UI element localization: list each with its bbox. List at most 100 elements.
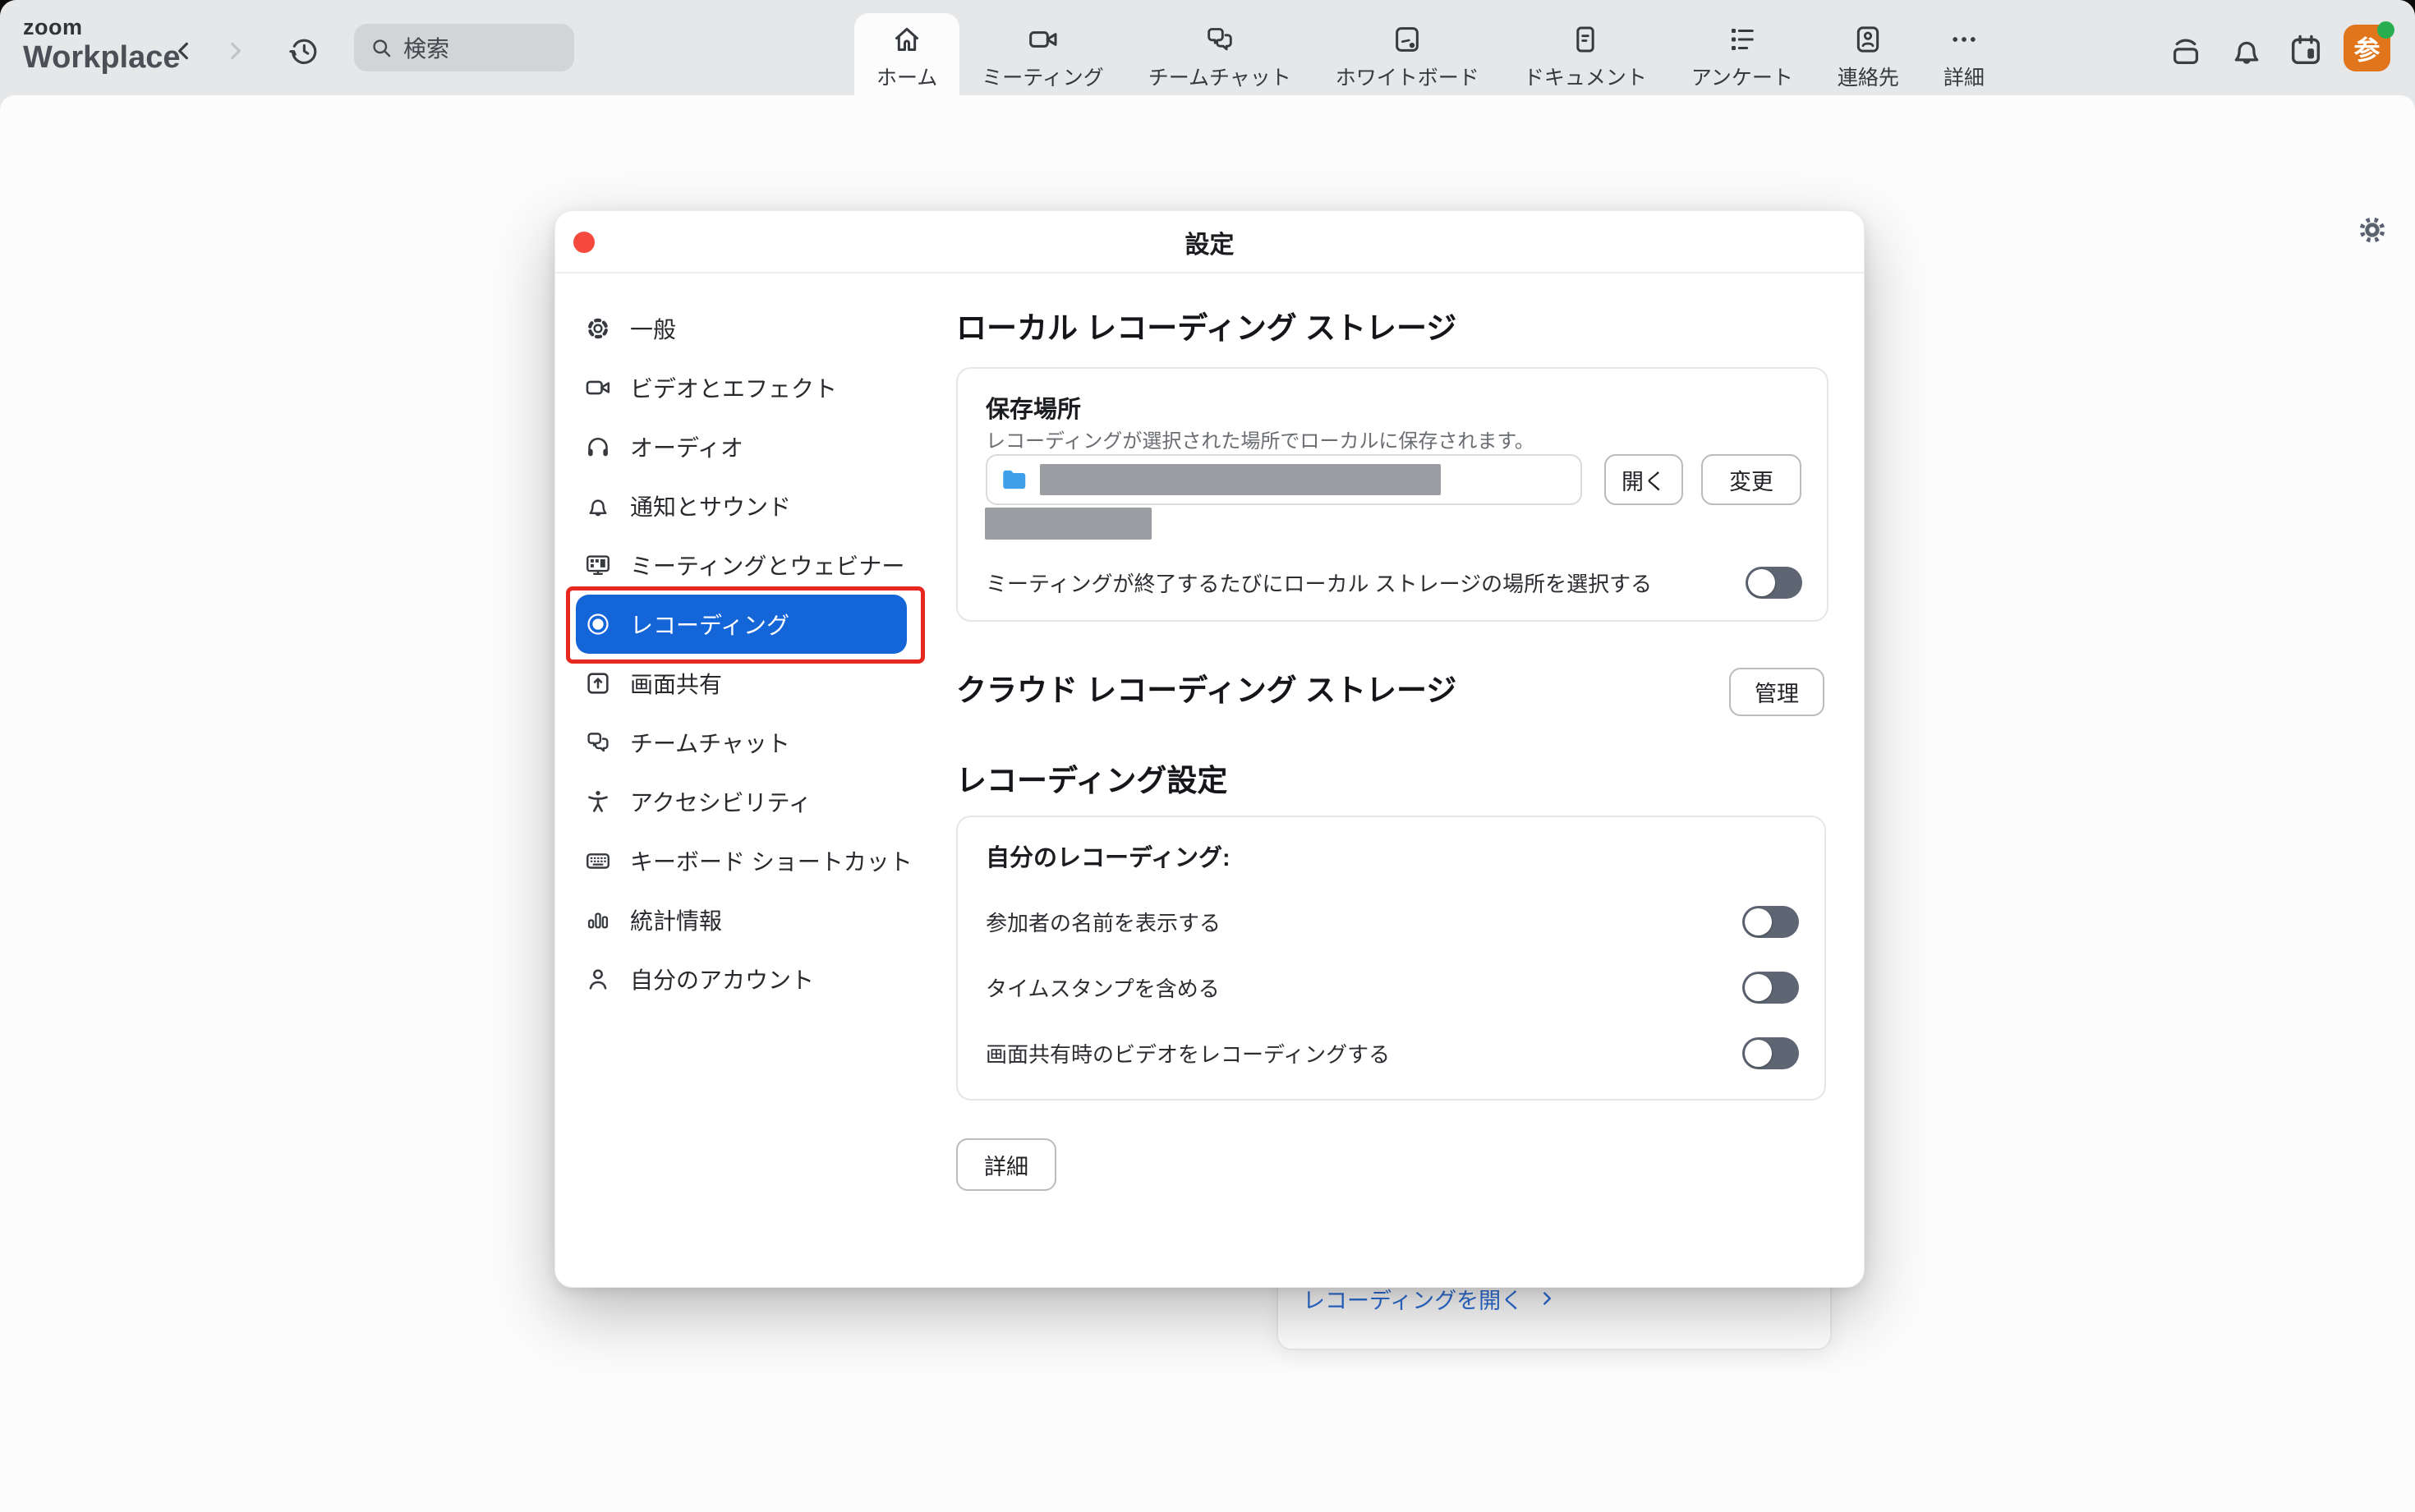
show-participant-names-label: 参加者の名前を表示する xyxy=(986,907,1221,937)
history-icon xyxy=(286,33,322,69)
save-location-path-field[interactable] xyxy=(986,454,1582,505)
stats-icon xyxy=(584,906,612,934)
keyboard-icon xyxy=(584,847,612,875)
logo-line2: Workplace xyxy=(23,42,180,73)
sidebar-item-accessibility[interactable]: アクセシビリティ xyxy=(555,772,941,831)
include-timestamp-label: タイムスタンプを含める xyxy=(986,972,1220,1003)
sidebar-item-meetings-webinars[interactable]: ミーティングとウェビナー xyxy=(555,535,941,595)
chat-icon xyxy=(1203,23,1236,56)
settings-sidebar: 一般 ビデオとエフェクト オーディオ 通知とサウンド ミーティングとウェビナー … xyxy=(555,299,941,1009)
choose-location-label: ミーティングが終了するたびにローカル ストレージの場所を選択する xyxy=(986,568,1652,598)
dialog-header: 設定 xyxy=(555,211,1864,273)
record-icon xyxy=(584,610,612,638)
video-icon xyxy=(584,374,612,402)
more-icon xyxy=(1948,23,1980,56)
tab-meetings[interactable]: ミーティング xyxy=(959,13,1126,95)
chevron-right-icon xyxy=(1536,1288,1557,1309)
sidebar-item-general[interactable]: 一般 xyxy=(555,299,941,358)
monitor-grid-icon xyxy=(584,551,612,579)
headphones-icon xyxy=(584,433,612,461)
avatar-initial: 参 xyxy=(2353,30,2380,67)
tab-contacts[interactable]: 連絡先 xyxy=(1815,13,1921,95)
contacts-icon xyxy=(1852,23,1884,56)
share-device-button[interactable] xyxy=(2167,31,2205,69)
person-icon xyxy=(584,965,612,993)
calendar-icon xyxy=(2287,31,2325,69)
change-button[interactable]: 変更 xyxy=(1701,454,1801,505)
manage-button[interactable]: 管理 xyxy=(1729,668,1824,716)
settings-gear-icon xyxy=(2356,214,2389,246)
redacted-storage-info xyxy=(985,508,1152,540)
share-device-icon xyxy=(2167,31,2205,69)
setting-row-show-participant-names: 参加者の名前を表示する xyxy=(986,905,1799,938)
search-placeholder: 検索 xyxy=(403,31,449,64)
toggle-knob xyxy=(1745,1040,1772,1067)
tab-more[interactable]: 詳細 xyxy=(1921,13,2007,95)
home-icon xyxy=(890,23,923,56)
sidebar-item-statistics[interactable]: 統計情報 xyxy=(555,890,941,949)
sidebar-item-video-effects[interactable]: ビデオとエフェクト xyxy=(555,358,941,417)
cloud-recording-storage-heading: クラウド レコーディング ストレージ xyxy=(956,665,1456,710)
save-location-description: レコーディングが選択された場所でローカルに保存されます。 xyxy=(986,425,1534,453)
show-participant-names-toggle[interactable] xyxy=(1742,906,1799,938)
local-recording-storage-heading: ローカル レコーディング ストレージ xyxy=(956,303,1456,347)
content-area: レコーディングを開く 設定 一般 ビデオとエフェクト オーディオ 通知とサウンド… xyxy=(0,95,2415,1512)
sidebar-item-my-account[interactable]: 自分のアカウント xyxy=(555,949,941,1009)
setting-row-record-video-during-share: 画面共有時のビデオをレコーディングする xyxy=(986,1036,1799,1069)
notifications-button[interactable] xyxy=(2228,31,2266,69)
forward-button[interactable] xyxy=(214,30,255,71)
presence-indicator xyxy=(2377,21,2394,39)
setting-row-include-timestamp: タイムスタンプを含める xyxy=(986,971,1799,1004)
app-logo: zoom Workplace xyxy=(23,16,180,73)
tab-surveys[interactable]: アンケート xyxy=(1669,13,1815,95)
back-button[interactable] xyxy=(163,30,205,71)
settings-gear-button[interactable] xyxy=(2356,214,2389,246)
survey-icon xyxy=(1726,23,1759,56)
tab-whiteboard[interactable]: ホワイトボード xyxy=(1313,13,1502,95)
tab-docs[interactable]: ドキュメント xyxy=(1502,13,1669,95)
sidebar-item-notifications[interactable]: 通知とサウンド xyxy=(555,476,941,535)
save-location-label: 保存場所 xyxy=(986,390,1081,425)
document-icon xyxy=(1569,23,1602,56)
toggle-knob xyxy=(1745,908,1772,935)
redacted-path xyxy=(1040,464,1441,495)
include-timestamp-toggle[interactable] xyxy=(1742,972,1799,1004)
tab-team-chat[interactable]: チームチャット xyxy=(1126,13,1313,95)
history-button[interactable] xyxy=(283,30,324,71)
open-button[interactable]: 開く xyxy=(1604,454,1683,505)
record-video-during-share-label: 画面共有時のビデオをレコーディングする xyxy=(986,1038,1390,1069)
choose-location-row: ミーティングが終了するたびにローカル ストレージの場所を選択する xyxy=(986,566,1802,599)
tab-home[interactable]: ホーム xyxy=(854,13,959,95)
screen-share-icon xyxy=(584,669,612,697)
logo-line1: zoom xyxy=(23,16,180,39)
recording-settings-card: 自分のレコーディング: 参加者の名前を表示する タイムスタンプを含める 画面共有… xyxy=(956,816,1826,1101)
bell-icon xyxy=(584,492,612,520)
gear-icon xyxy=(584,315,612,342)
calendar-button[interactable] xyxy=(2287,31,2325,69)
search-input[interactable]: 検索 xyxy=(354,24,574,71)
main-tab-bar: ホーム ミーティング チームチャット ホワイトボード ドキュメント アンケート … xyxy=(854,13,2007,95)
sidebar-item-team-chat[interactable]: チームチャット xyxy=(555,713,941,772)
dialog-title: 設定 xyxy=(555,211,1864,273)
toggle-knob xyxy=(1745,974,1772,1001)
back-icon xyxy=(171,38,197,64)
zoom-workplace-window: zoom Workplace 検索 ホーム ミーティング チームチャット ホワイ… xyxy=(0,0,2415,1512)
record-video-during-share-toggle[interactable] xyxy=(1742,1037,1799,1069)
forward-icon xyxy=(222,38,248,64)
recording-settings-heading: レコーディング設定 xyxy=(956,756,1227,800)
sidebar-item-recording[interactable]: レコーディング xyxy=(555,595,941,654)
choose-location-toggle[interactable] xyxy=(1746,567,1802,599)
toggle-knob xyxy=(1748,569,1775,596)
settings-dialog: 設定 一般 ビデオとエフェクト オーディオ 通知とサウンド ミーティングとウェビ… xyxy=(554,210,1865,1288)
sidebar-item-keyboard-shortcuts[interactable]: キーボード ショートカット xyxy=(555,831,941,890)
folder-icon xyxy=(999,465,1028,494)
sidebar-item-audio[interactable]: オーディオ xyxy=(555,417,941,476)
sidebar-item-screen-share[interactable]: 画面共有 xyxy=(555,654,941,713)
video-icon xyxy=(1027,23,1060,56)
toolbar: zoom Workplace 検索 ホーム ミーティング チームチャット ホワイ… xyxy=(0,0,2415,95)
search-icon xyxy=(369,35,393,60)
local-storage-card: 保存場所 レコーディングが選択された場所でローカルに保存されます。 開く 変更 … xyxy=(956,367,1828,622)
whiteboard-icon xyxy=(1391,23,1424,56)
details-button[interactable]: 詳細 xyxy=(956,1138,1056,1191)
accessibility-icon xyxy=(584,788,612,816)
